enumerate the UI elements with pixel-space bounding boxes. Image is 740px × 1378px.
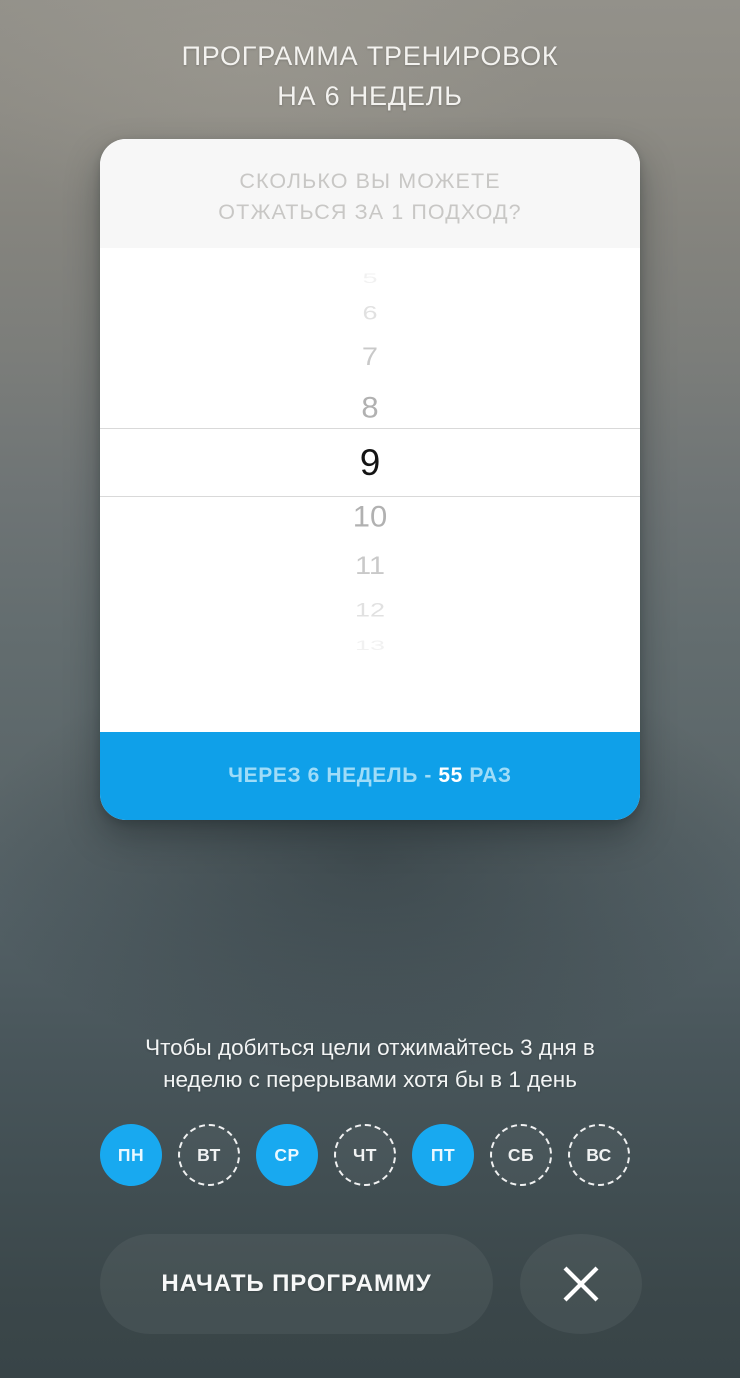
picker-option[interactable]: 7 — [100, 344, 640, 369]
app-screen: ПРОГРАММА ТРЕНИРОВОК НА 6 НЕДЕЛЬ СКОЛЬКО… — [0, 0, 740, 1378]
card-question: СКОЛЬКО ВЫ МОЖЕТЕ ОТЖАТЬСЯ ЗА 1 ПОДХОД? — [100, 139, 640, 248]
weekday-pill-чт[interactable]: ЧТ — [334, 1124, 396, 1186]
projected-result-value: 55 — [438, 764, 463, 787]
picker-option[interactable]: 8 — [100, 393, 640, 423]
close-icon — [558, 1261, 604, 1307]
picker-option[interactable]: 13 — [100, 638, 640, 652]
projected-result-suffix: РАЗ — [469, 764, 512, 787]
instruction-line-2: неделю с перерывами хотя бы в 1 день — [163, 1067, 577, 1092]
weekday-pill-label: СР — [274, 1144, 300, 1165]
weekday-pill-сб[interactable]: СБ — [490, 1124, 552, 1186]
page-title: ПРОГРАММА ТРЕНИРОВОК НА 6 НЕДЕЛЬ — [0, 36, 740, 116]
picker-option-list[interactable]: 5 6 7 8 9 10 11 12 13 — [100, 248, 640, 732]
pushup-input-card: СКОЛЬКО ВЫ МОЖЕТЕ ОТЖАТЬСЯ ЗА 1 ПОДХОД? … — [100, 139, 640, 820]
weekday-pill-пн[interactable]: ПН — [100, 1124, 162, 1186]
weekday-pill-label: СБ — [507, 1144, 535, 1165]
card-question-line-2: ОТЖАТЬСЯ ЗА 1 ПОДХОД? — [218, 199, 522, 224]
projected-result-prefix: ЧЕРЕЗ 6 НЕДЕЛЬ - — [228, 764, 432, 787]
card-question-line-1: СКОЛЬКО ВЫ МОЖЕТЕ — [239, 168, 501, 193]
picker-option[interactable]: 11 — [100, 554, 640, 579]
weekday-pill-ср[interactable]: СР — [256, 1124, 318, 1186]
page-title-line-2: НА 6 НЕДЕЛЬ — [277, 81, 463, 111]
picker-selection-divider-bottom — [100, 496, 640, 497]
instruction-line-1: Чтобы добиться цели отжимайтесь 3 дня в — [145, 1035, 595, 1060]
weekday-pill-label: ЧТ — [353, 1144, 377, 1165]
picker-option[interactable]: 6 — [100, 303, 640, 323]
weekday-pill-пт[interactable]: ПТ — [412, 1124, 474, 1186]
close-button[interactable] — [520, 1234, 642, 1334]
projected-result-text: ЧЕРЕЗ 6 НЕДЕЛЬ - 55 РАЗ — [228, 764, 511, 788]
pushup-count-picker[interactable]: 5 6 7 8 9 10 11 12 13 — [100, 248, 640, 732]
picker-option[interactable]: 10 — [100, 501, 640, 531]
instruction-text: Чтобы добиться цели отжимайтесь 3 дня в … — [70, 1032, 670, 1096]
weekday-pill-label: ПТ — [430, 1144, 456, 1165]
weekday-pill-label: ВТ — [197, 1144, 221, 1165]
picker-option-selected[interactable]: 9 — [100, 444, 640, 481]
picker-selection-divider-top — [100, 428, 640, 429]
page-title-line-1: ПРОГРАММА ТРЕНИРОВОК — [181, 41, 559, 71]
weekday-pill-label: ВС — [586, 1144, 612, 1165]
weekday-pill-вс[interactable]: ВС — [568, 1124, 630, 1186]
weekday-pill-label: ПН — [117, 1144, 145, 1165]
weekday-selector[interactable]: ПН ВТ СР ЧТ ПТ СБ ВС — [100, 1124, 645, 1186]
start-program-button[interactable]: НАЧАТЬ ПРОГРАММУ — [100, 1234, 493, 1334]
action-bar: НАЧАТЬ ПРОГРАММУ — [100, 1234, 645, 1334]
picker-option[interactable]: 12 — [100, 601, 640, 620]
projected-result-bar: ЧЕРЕЗ 6 НЕДЕЛЬ - 55 РАЗ — [100, 732, 640, 820]
weekday-pill-вт[interactable]: ВТ — [178, 1124, 240, 1186]
picker-option[interactable]: 5 — [100, 272, 640, 286]
